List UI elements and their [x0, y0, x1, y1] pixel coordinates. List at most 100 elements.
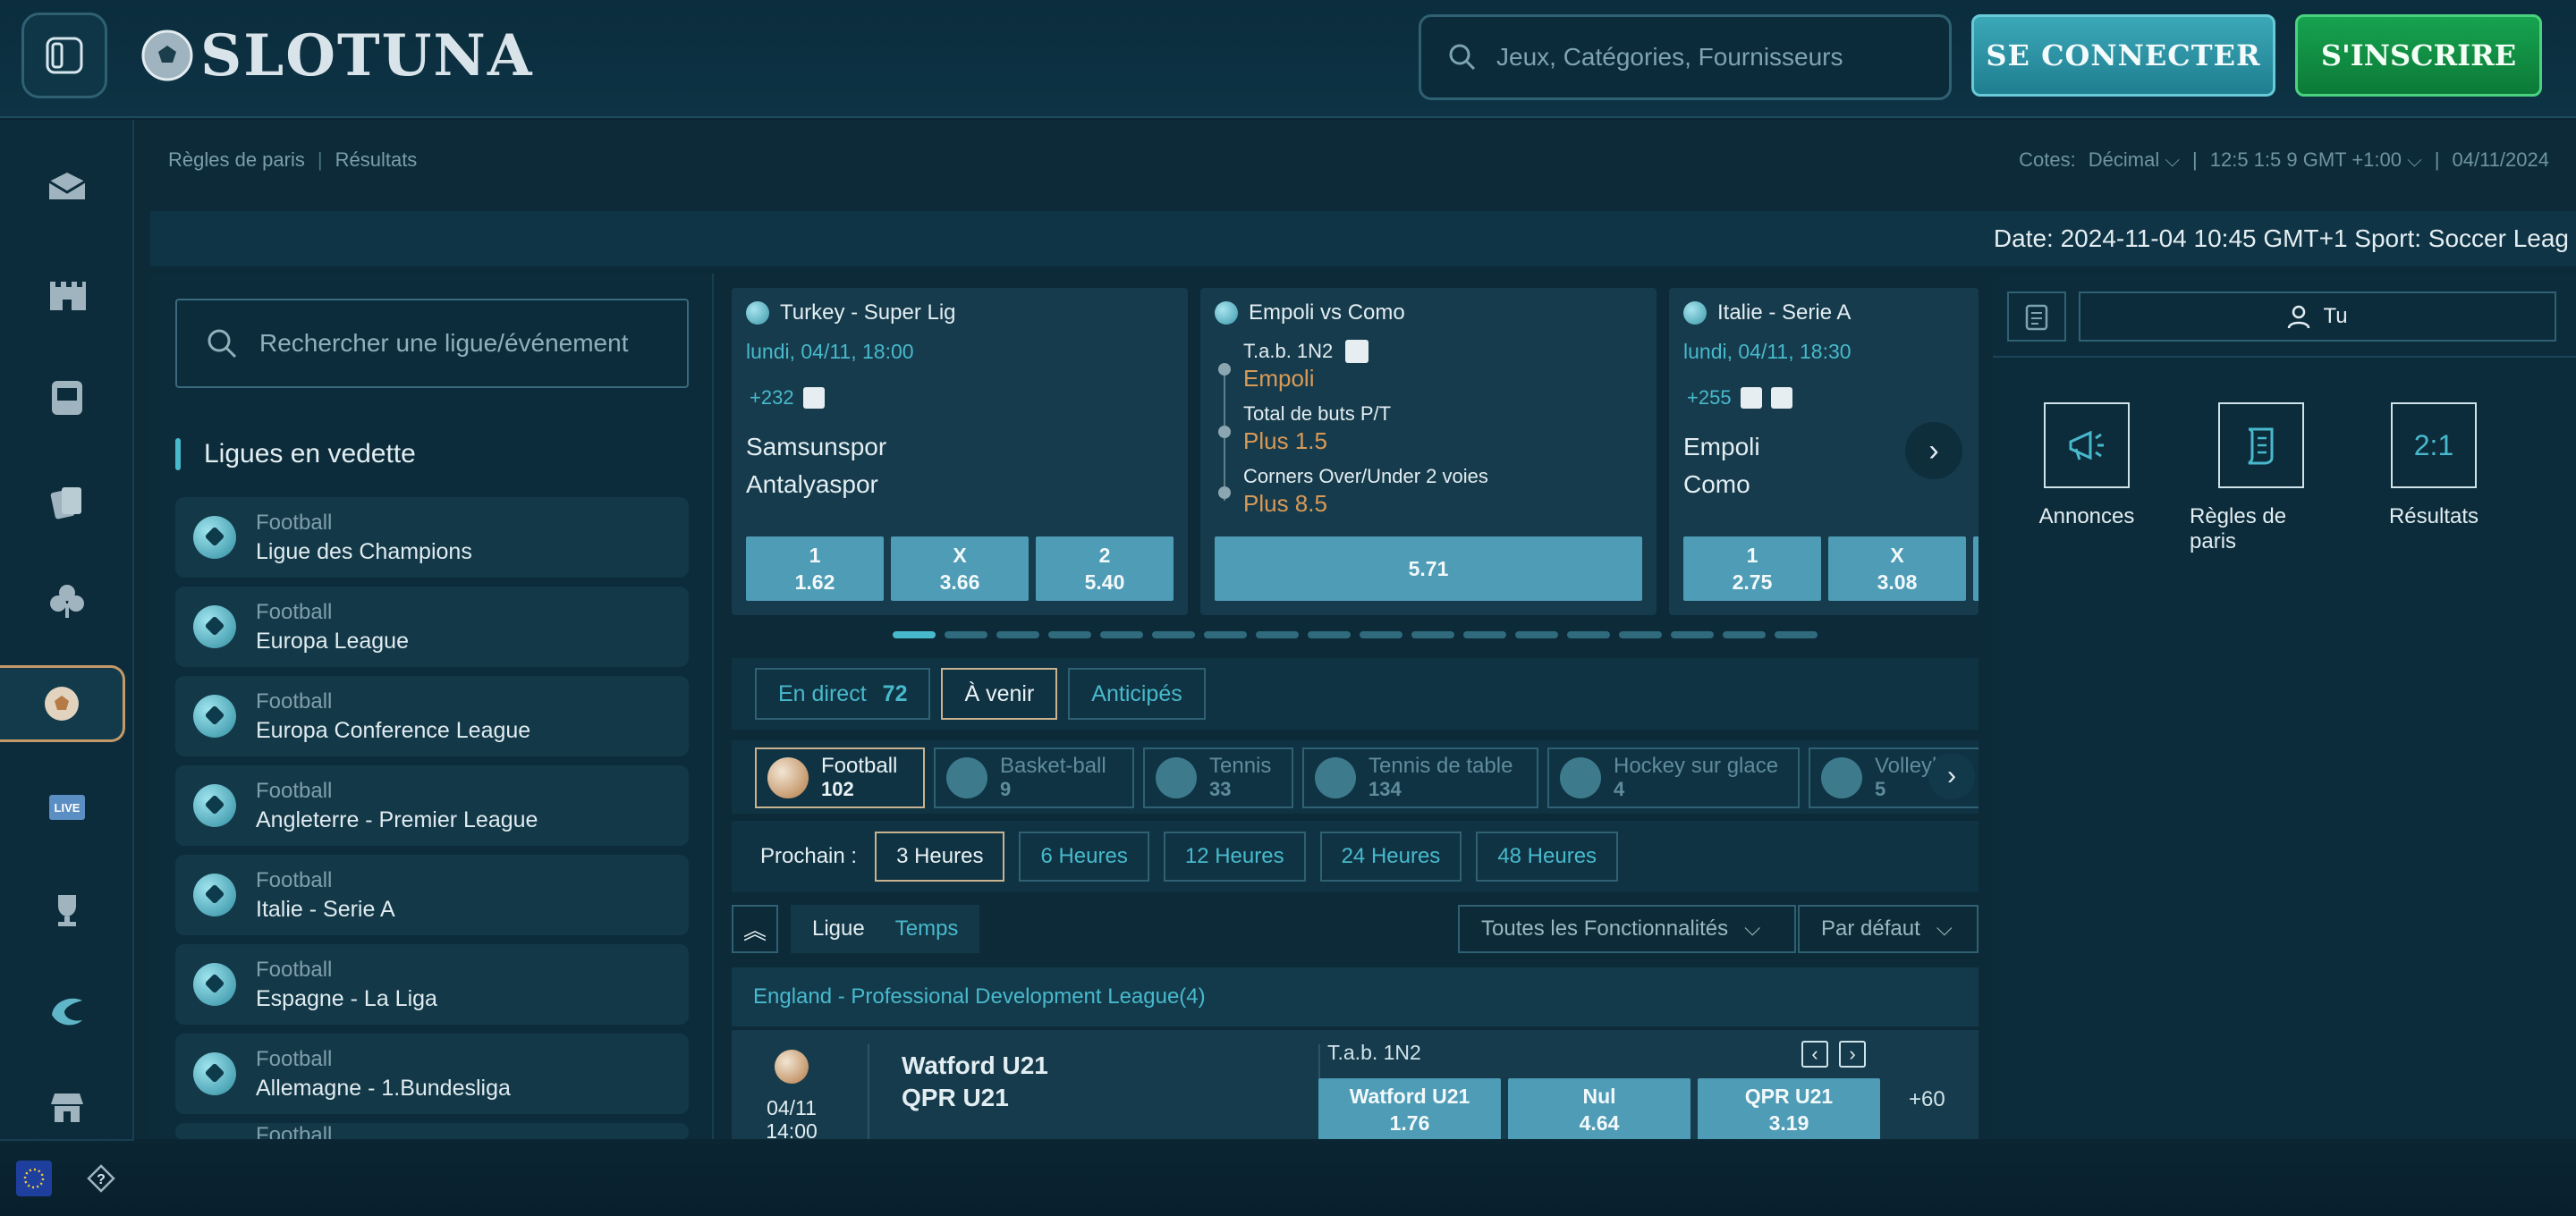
pagination-dot[interactable]	[1463, 631, 1506, 638]
pagination-dot[interactable]	[1048, 631, 1091, 638]
scroll-icon	[2218, 402, 2304, 488]
time-filter-option[interactable]: 24 Heures	[1319, 832, 1462, 882]
pagination-dot[interactable]	[1204, 631, 1247, 638]
sidebar-toggle-icon	[46, 37, 83, 74]
market-next-button[interactable]: ›	[1839, 1041, 1866, 1068]
league-item[interactable]: Football Allemagne - 1.Bundesliga	[175, 1034, 689, 1114]
sport-filter-football[interactable]: Football 102	[755, 747, 925, 808]
odds-button[interactable]: 1 2.75	[1683, 536, 1821, 601]
tab-live[interactable]: En direct 72	[755, 668, 931, 720]
my-bets-tab[interactable]: Tu	[2079, 291, 2556, 342]
sport-filter-table-tennis[interactable]: Tennis de table 134	[1302, 747, 1538, 808]
odds-button[interactable]: QPR U21 3.19	[1698, 1078, 1880, 1141]
game-search-input[interactable]	[1496, 43, 1926, 72]
time-filter-option[interactable]: 3 Heures	[875, 832, 1005, 882]
pagination-dot[interactable]	[1515, 631, 1558, 638]
sport-filter-tennis[interactable]: Tennis 33	[1143, 747, 1293, 808]
help-button[interactable]: ?	[83, 1161, 119, 1196]
league-item[interactable]: Football Europa Conference League	[175, 676, 689, 756]
pagination-dot[interactable]	[1411, 631, 1454, 638]
nav-cards[interactable]	[27, 461, 107, 542]
odds-button[interactable]: X 3.08	[1828, 536, 1966, 601]
nav-castle[interactable]	[27, 252, 107, 333]
league-search-box[interactable]	[175, 299, 689, 388]
carousel-next-button[interactable]: ›	[1905, 422, 1962, 479]
league-item[interactable]: Football	[175, 1123, 689, 1141]
nav-tournaments[interactable]	[27, 869, 107, 950]
group-by-time[interactable]: Temps	[895, 916, 959, 942]
user-icon	[2288, 305, 2310, 329]
league-item[interactable]: Football Angleterre - Premier League	[175, 765, 689, 846]
pagination-dot[interactable]	[1100, 631, 1143, 638]
combo-bet-card[interactable]: Empoli vs Como T.a.b. 1N2 Empoli Total d…	[1200, 288, 1657, 615]
nav-dragon[interactable]	[27, 971, 107, 1051]
time-filter-option[interactable]: 12 Heures	[1163, 832, 1306, 882]
game-search-box[interactable]	[1419, 14, 1952, 100]
sport-filter-basketball[interactable]: Basket-ball 9	[934, 747, 1134, 808]
combo-odds-button[interactable]: 5.71	[1215, 536, 1642, 601]
odds-button[interactable]: Nul 4.64	[1508, 1078, 1690, 1141]
league-item[interactable]: Football Italie - Serie A	[175, 855, 689, 935]
league-item[interactable]: Football Ligue des Champions	[175, 497, 689, 578]
odds-format-select[interactable]: Décimal ⌵	[2089, 148, 2180, 172]
odds-button[interactable]: X 3.66	[891, 536, 1029, 601]
pagination-dot[interactable]	[893, 631, 936, 638]
login-button[interactable]: SE CONNECTER	[1971, 14, 2275, 97]
odds-button[interactable]: 2 5.40	[1036, 536, 1174, 601]
nav-slots[interactable]	[27, 358, 107, 438]
sport-scroll-next-button[interactable]: ›	[1928, 753, 1975, 799]
more-markets-link[interactable]: +60	[1909, 1087, 1945, 1112]
tab-upcoming[interactable]: À venir	[941, 668, 1058, 720]
tab-early[interactable]: Anticipés	[1068, 668, 1206, 720]
breadcrumb-rules-link[interactable]: Règles de paris	[168, 148, 305, 172]
league-search-input[interactable]	[259, 329, 653, 358]
odds-button[interactable]	[1973, 536, 1979, 601]
pagination-dot[interactable]	[1619, 631, 1662, 638]
pagination-dot[interactable]	[945, 631, 987, 638]
features-dropdown[interactable]: Toutes les Fonctionnalités ⌵	[1458, 905, 1796, 953]
logo[interactable]: SLOTUNA	[140, 20, 534, 91]
match-row[interactable]: 04/11 14:00 Watford U21 QPR U21 T.a.b. 1N…	[732, 1030, 1979, 1141]
language-selector[interactable]	[15, 1161, 52, 1196]
register-button[interactable]: S'INSCRIRE	[2295, 14, 2542, 97]
pagination-dot[interactable]	[1308, 631, 1351, 638]
sort-dropdown[interactable]: Par défaut ⌵	[1798, 905, 1979, 953]
sport-filter-ice-hockey[interactable]: Hockey sur glace 4	[1547, 747, 1800, 808]
betting-rules-link[interactable]: Règles de paris	[2190, 402, 2333, 554]
collapse-all-button[interactable]: ︽	[732, 905, 778, 953]
nav-sports[interactable]	[0, 665, 125, 742]
time-filter-option[interactable]: 48 Heures	[1476, 832, 1619, 882]
announcements-link[interactable]: Annonces	[2020, 402, 2154, 529]
announcements-label: Annonces	[2038, 504, 2135, 528]
card-more-markets[interactable]: +255	[1687, 386, 1792, 410]
odds-button[interactable]: Watford U21 1.76	[1318, 1078, 1501, 1141]
betslip-tab-button[interactable]	[2007, 291, 2066, 342]
league-item[interactable]: Football Europa League	[175, 587, 689, 667]
pagination-dot[interactable]	[1723, 631, 1766, 638]
nav-promotions[interactable]	[27, 147, 107, 227]
pagination-dot[interactable]	[1567, 631, 1610, 638]
timezone-select[interactable]: 12:5 1:5 9 GMT +1:00 ⌵	[2210, 148, 2422, 172]
nav-clover[interactable]	[27, 562, 107, 642]
card-more-markets[interactable]: +232	[750, 386, 825, 410]
featured-match-card[interactable]: Turkey - Super Lig lundi, 04/11, 18:00 +…	[732, 288, 1188, 615]
nav-live[interactable]: LIVE	[27, 767, 107, 848]
league-item[interactable]: Football Espagne - La Liga	[175, 944, 689, 1025]
nav-shop[interactable]	[27, 1068, 107, 1148]
pagination-dot[interactable]	[1360, 631, 1402, 638]
odds-button[interactable]: 1 1.62	[746, 536, 884, 601]
pagination-dot[interactable]	[996, 631, 1039, 638]
time-filter-option[interactable]: 6 Heures	[1019, 832, 1149, 882]
sport-name: Basket-ball	[1000, 754, 1106, 778]
pagination-dot[interactable]	[1256, 631, 1299, 638]
results-link[interactable]: 2:1 Résultats	[2367, 402, 2501, 529]
pagination-dot[interactable]	[1152, 631, 1195, 638]
league-group-header[interactable]: England - Professional Development Leagu…	[732, 967, 1979, 1026]
group-by-league[interactable]: Ligue	[812, 916, 865, 942]
stats-icon	[1770, 387, 1792, 409]
market-prev-button[interactable]: ‹	[1801, 1041, 1828, 1068]
pagination-dot[interactable]	[1671, 631, 1714, 638]
breadcrumb-results-link[interactable]: Résultats	[335, 148, 418, 172]
pagination-dot[interactable]	[1775, 631, 1818, 638]
sidebar-toggle-button[interactable]	[21, 13, 107, 98]
